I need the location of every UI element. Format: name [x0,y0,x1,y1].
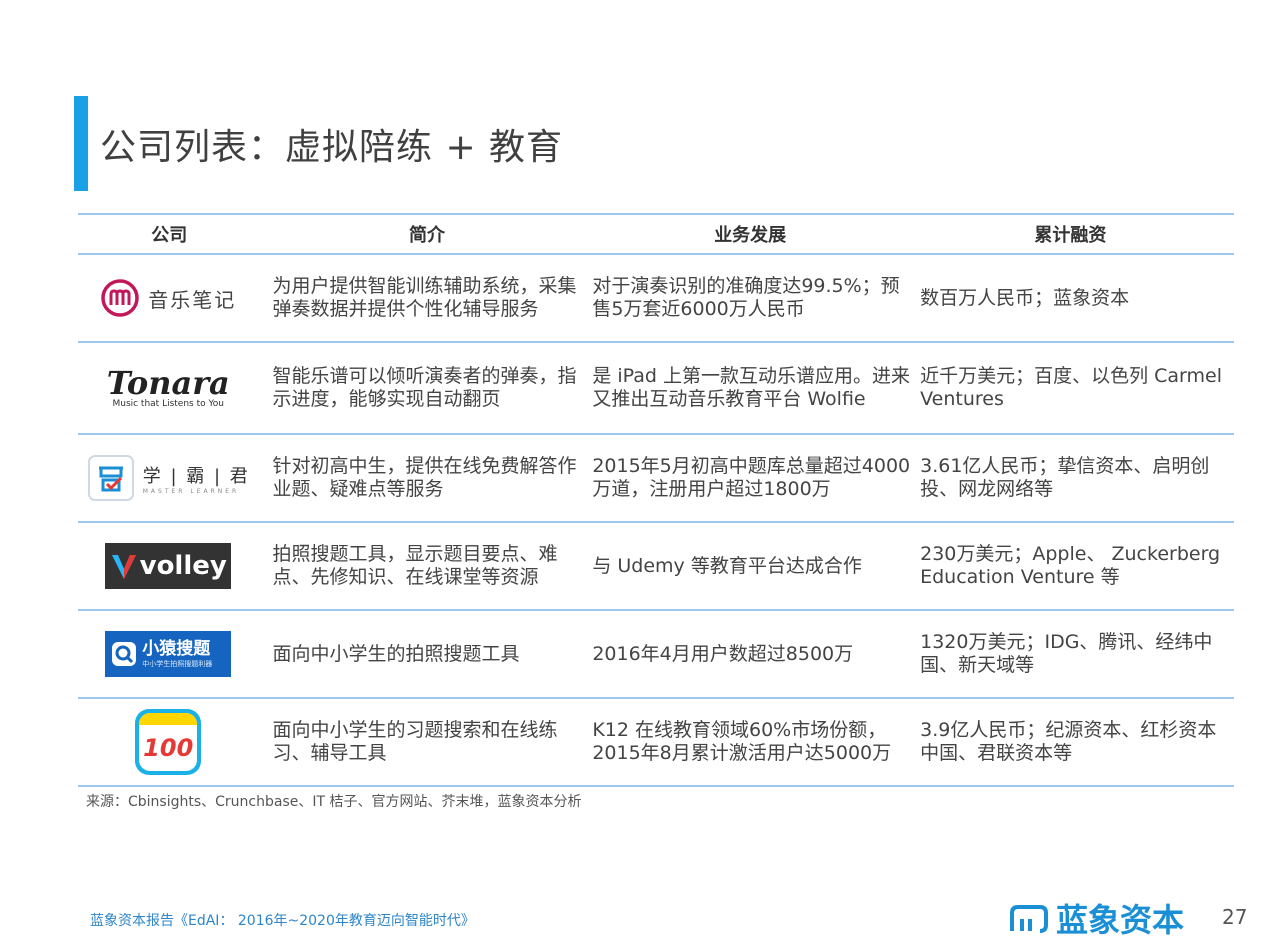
table-row: 音乐笔记 为用户提供智能训练辅助系统，采集弹奏数据并提供个性化辅导服务 对于演奏… [78,255,1234,341]
source-note: 来源：Cbinsights、Crunchbase、IT 桔子、官方网站、芥末堆，… [86,794,582,810]
zuoyebang-100-logo: 100 [135,709,202,775]
row-intro: 为用户提供智能训练辅助系统，采集弹奏数据并提供个性化辅导服务 [272,275,577,320]
table-row: 100 面向中小学生的习题搜索和在线练习、辅导工具 K12 在线教育领域60%市… [78,699,1234,785]
page-title: 公司列表：虚拟陪练 + 教育 [100,127,564,168]
company-logo: 学 | 霸 | 君 MASTER LEARNER [78,454,258,502]
row-business: 2015年5月初高中题库总量超过4000万道，注册用户超过1800万 [592,455,911,500]
logo-text: 小猿搜题 [142,639,211,659]
company-logo: Tonara Music that Listens to You [78,367,258,409]
row-business: 2016年4月用户数超过8500万 [592,642,854,665]
table-header: 公司 简介 业务发展 累计融资 [78,215,1234,253]
row-funding: 数百万人民币；蓝象资本 [920,286,1130,309]
row-intro: 针对初高中生，提供在线免费解答作业题、疑难点等服务 [272,455,577,500]
table-rule-bottom [78,785,1234,787]
row-business: 对于演奏识别的准确度达99.5%；预售5万套近6000万人民币 [592,275,900,320]
table-row: Tonara Music that Listens to You 智能乐谱可以倾… [78,343,1234,433]
logo-text: volley [139,551,227,581]
table-row: volley 拍照搜题工具，显示题目要点、难点、先修知识、在线课堂等资源 与 U… [78,523,1234,609]
row-business: K12 在线教育领域60%市场份额，2015年8月累计激活用户达5000万 [592,719,892,764]
header-company: 公司 [151,225,188,246]
company-logo: 100 [78,709,258,775]
row-funding: 近千万美元；百度、以色列 Carmel Ventures [920,365,1223,410]
yinyue-biji-logo: 音乐笔记 [100,278,236,318]
logo-subtitle: Music that Listens to You [112,399,225,409]
row-funding: 230万美元；Apple、 Zuckerberg Education Ventu… [920,543,1221,588]
row-intro: 拍照搜题工具，显示题目要点、难点、先修知识、在线课堂等资源 [272,543,558,588]
row-funding: 1320万美元；IDG、腾讯、经纬中国、新天域等 [920,631,1213,676]
company-table: 公司 简介 业务发展 累计融资 音乐笔记 为用户提供智能训练辅助系统，采集弹奏数… [78,213,1234,787]
header-intro: 简介 [408,225,445,246]
company-logo: 音乐笔记 [78,278,258,318]
xuebajun-logo: 学 | 霸 | 君 MASTER LEARNER [87,454,250,502]
row-intro: 面向中小学生的拍照搜题工具 [272,642,520,665]
logo-subtitle: MASTER LEARNER [142,487,240,495]
xiaoyuan-soti-logo: 小猿搜题 中小学生拍照搜题利器 [105,631,232,677]
logo-text: 100 [143,734,194,762]
xueba-emblem-icon [87,455,134,501]
m-circle-icon [101,279,139,317]
company-logo: volley [78,543,258,589]
volley-v-icon [111,555,136,579]
table-row: 学 | 霸 | 君 MASTER LEARNER 针对初高中生，提供在线免费解答… [78,435,1234,521]
tonara-logo: Tonara Music that Listens to You [107,367,230,409]
logo-text: 学 | 霸 | 君 [142,465,250,487]
header-business: 业务发展 [714,225,787,246]
row-intro: 智能乐谱可以倾听演奏者的弹奏，指示进度，能够实现自动翻页 [272,365,577,410]
title-accent-bar [74,96,88,191]
brand-logo: 蓝象资本 [1008,895,1184,941]
row-funding: 3.9亿人民币；纪源资本、红杉资本中国、君联资本等 [920,719,1217,764]
header-funding: 累计融资 [1034,225,1107,246]
row-funding: 3.61亿人民币；挚信资本、启明创投、网龙网络等 [920,455,1210,500]
logo-text: 音乐笔记 [148,287,237,312]
volley-logo: volley [105,543,232,589]
footer-report-title: 蓝象资本报告《EdAI： 2016年~2020年教育迈向智能时代》 [90,913,475,929]
page-number: 27 [1222,905,1248,929]
logo-subtitle: 中小学生拍照搜题利器 [142,660,213,668]
brand-name: 蓝象资本 [1056,901,1185,939]
row-business: 是 iPad 上第一款互动乐谱应用。进来又推出互动音乐教育平台 Wolfie [592,365,910,410]
magnifier-icon [112,642,137,666]
company-logo: 小猿搜题 中小学生拍照搜题利器 [78,631,258,677]
elephant-icon [1010,905,1048,933]
row-business: 与 Udemy 等教育平台达成合作 [592,554,862,577]
row-intro: 面向中小学生的习题搜索和在线练习、辅导工具 [272,719,558,764]
table-row: 小猿搜题 中小学生拍照搜题利器 面向中小学生的拍照搜题工具 2016年4月用户数… [78,611,1234,697]
logo-text: Tonara [106,364,230,402]
